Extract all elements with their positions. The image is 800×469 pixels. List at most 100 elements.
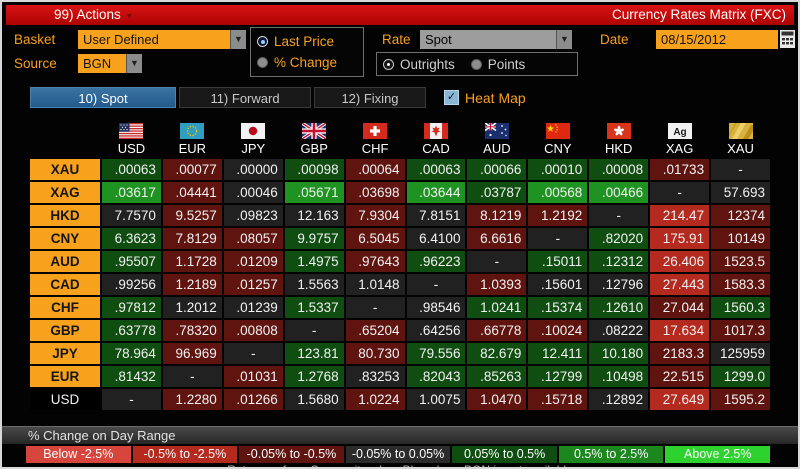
rate-cell-xag-usd[interactable]: .03617 <box>102 182 161 203</box>
rate-cell-gbp-aud[interactable]: .66778 <box>467 320 526 341</box>
rate-cell-usd-eur[interactable]: 1.2280 <box>163 389 222 410</box>
rate-cell-eur-xag[interactable]: 22.515 <box>650 366 709 387</box>
actions-menu[interactable]: 99) Actions▾ <box>54 5 132 25</box>
rate-cell-usd-jpy[interactable]: .01266 <box>224 389 283 410</box>
rate-cell-cny-xag[interactable]: 175.91 <box>650 228 709 249</box>
rate-cell-cad-gbp[interactable]: 1.5563 <box>285 274 344 295</box>
rate-cell-eur-xau[interactable]: 1299.0 <box>711 366 770 387</box>
rate-cell-xag-xag[interactable]: - <box>650 182 709 203</box>
rate-cell-jpy-xau[interactable]: 125959 <box>711 343 770 364</box>
rate-cell-xag-jpy[interactable]: .00046 <box>224 182 283 203</box>
rate-cell-usd-xau[interactable]: 1595.2 <box>711 389 770 410</box>
rate-cell-eur-cny[interactable]: .12799 <box>528 366 587 387</box>
rate-cell-xau-cny[interactable]: .00010 <box>528 159 587 180</box>
column-header-xau[interactable]: XAU <box>711 112 770 156</box>
rate-cell-cny-cny[interactable]: - <box>528 228 587 249</box>
row-header-eur[interactable]: EUR <box>30 366 100 387</box>
rate-cell-gbp-usd[interactable]: .63778 <box>102 320 161 341</box>
radio-percent-change[interactable]: % Change <box>257 55 357 70</box>
rate-cell-gbp-hkd[interactable]: .08222 <box>589 320 648 341</box>
rate-cell-aud-gbp[interactable]: 1.4975 <box>285 251 344 272</box>
rate-cell-cad-jpy[interactable]: .01257 <box>224 274 283 295</box>
column-header-jpy[interactable]: JPY <box>224 112 283 156</box>
rate-cell-chf-hkd[interactable]: .12610 <box>589 297 648 318</box>
rate-cell-jpy-xag[interactable]: 2183.3 <box>650 343 709 364</box>
rate-cell-cad-hkd[interactable]: .12796 <box>589 274 648 295</box>
radio-outrights[interactable]: Outrights <box>383 57 455 72</box>
rate-cell-xau-eur[interactable]: .00077 <box>163 159 222 180</box>
rate-cell-gbp-xag[interactable]: 17.634 <box>650 320 709 341</box>
rate-cell-usd-cad[interactable]: 1.0075 <box>407 389 466 410</box>
chevron-down-icon[interactable]: ▼ <box>126 54 142 73</box>
column-header-chf[interactable]: CHF <box>346 112 405 156</box>
heatmap-toggle[interactable]: ✓ Heat Map <box>444 90 526 106</box>
rate-cell-hkd-chf[interactable]: 7.9304 <box>346 205 405 226</box>
rate-cell-cad-cny[interactable]: .15601 <box>528 274 587 295</box>
rate-cell-jpy-jpy[interactable]: - <box>224 343 283 364</box>
rate-cell-cny-cad[interactable]: 6.4100 <box>407 228 466 249</box>
rate-cell-usd-usd[interactable]: - <box>102 389 161 410</box>
rate-cell-hkd-cad[interactable]: 7.8151 <box>407 205 466 226</box>
rate-cell-jpy-cny[interactable]: 12.411 <box>528 343 587 364</box>
rate-cell-cad-chf[interactable]: 1.0148 <box>346 274 405 295</box>
tab-10-spot[interactable]: 10) Spot <box>30 87 176 108</box>
rate-cell-xag-hkd[interactable]: .00466 <box>589 182 648 203</box>
rate-cell-eur-jpy[interactable]: .01031 <box>224 366 283 387</box>
rate-cell-hkd-xag[interactable]: 214.47 <box>650 205 709 226</box>
rate-cell-xau-chf[interactable]: .00064 <box>346 159 405 180</box>
radio-last-price[interactable]: Last Price <box>257 34 357 49</box>
rate-cell-eur-chf[interactable]: .83253 <box>346 366 405 387</box>
rate-cell-xau-jpy[interactable]: .00000 <box>224 159 283 180</box>
rate-cell-hkd-cny[interactable]: 1.2192 <box>528 205 587 226</box>
column-header-xag[interactable]: AgXAG <box>650 112 709 156</box>
rate-cell-hkd-hkd[interactable]: - <box>589 205 648 226</box>
rate-cell-eur-aud[interactable]: .85263 <box>467 366 526 387</box>
row-header-usd[interactable]: USD <box>30 389 100 410</box>
rate-cell-chf-usd[interactable]: .97812 <box>102 297 161 318</box>
rate-cell-xau-usd[interactable]: .00063 <box>102 159 161 180</box>
rate-cell-hkd-usd[interactable]: 7.7570 <box>102 205 161 226</box>
rate-cell-jpy-aud[interactable]: 82.679 <box>467 343 526 364</box>
rate-cell-gbp-xau[interactable]: 1017.3 <box>711 320 770 341</box>
rate-cell-chf-jpy[interactable]: .01239 <box>224 297 283 318</box>
rate-cell-aud-xag[interactable]: 26.406 <box>650 251 709 272</box>
rate-cell-xau-hkd[interactable]: .00008 <box>589 159 648 180</box>
row-header-cad[interactable]: CAD <box>30 274 100 295</box>
rate-cell-hkd-aud[interactable]: 8.1219 <box>467 205 526 226</box>
rate-cell-cad-cad[interactable]: - <box>407 274 466 295</box>
rate-cell-cny-usd[interactable]: 6.3623 <box>102 228 161 249</box>
row-header-aud[interactable]: AUD <box>30 251 100 272</box>
column-header-cny[interactable]: CNY <box>528 112 587 156</box>
rate-cell-cny-jpy[interactable]: .08057 <box>224 228 283 249</box>
rate-cell-gbp-cny[interactable]: .10024 <box>528 320 587 341</box>
rate-cell-usd-aud[interactable]: 1.0470 <box>467 389 526 410</box>
rate-cell-jpy-hkd[interactable]: 10.180 <box>589 343 648 364</box>
rate-cell-cny-hkd[interactable]: .82020 <box>589 228 648 249</box>
chevron-down-icon[interactable]: ▼ <box>556 30 572 49</box>
column-header-hkd[interactable]: HKD <box>589 112 648 156</box>
rate-cell-eur-eur[interactable]: - <box>163 366 222 387</box>
row-header-hkd[interactable]: HKD <box>30 205 100 226</box>
rate-select[interactable]: Spot ▼ <box>420 30 572 49</box>
rate-cell-usd-hkd[interactable]: .12892 <box>589 389 648 410</box>
rate-cell-eur-cad[interactable]: .82043 <box>407 366 466 387</box>
rate-cell-jpy-eur[interactable]: 96.969 <box>163 343 222 364</box>
rate-cell-xag-cny[interactable]: .00568 <box>528 182 587 203</box>
rate-cell-cad-eur[interactable]: 1.2189 <box>163 274 222 295</box>
rate-cell-chf-gbp[interactable]: 1.5337 <box>285 297 344 318</box>
rate-cell-gbp-cad[interactable]: .64256 <box>407 320 466 341</box>
rate-cell-cad-aud[interactable]: 1.0393 <box>467 274 526 295</box>
rate-cell-aud-cny[interactable]: .15011 <box>528 251 587 272</box>
rate-cell-jpy-chf[interactable]: 80.730 <box>346 343 405 364</box>
rate-cell-xag-xau[interactable]: 57.693 <box>711 182 770 203</box>
rate-cell-gbp-chf[interactable]: .65204 <box>346 320 405 341</box>
rate-cell-cad-xau[interactable]: 1583.3 <box>711 274 770 295</box>
rate-cell-usd-cny[interactable]: .15718 <box>528 389 587 410</box>
rate-cell-hkd-gbp[interactable]: 12.163 <box>285 205 344 226</box>
rate-cell-xag-aud[interactable]: .03787 <box>467 182 526 203</box>
rate-cell-xag-cad[interactable]: .03644 <box>407 182 466 203</box>
rate-cell-jpy-usd[interactable]: 78.964 <box>102 343 161 364</box>
rate-cell-cny-eur[interactable]: 7.8129 <box>163 228 222 249</box>
radio-points[interactable]: Points <box>471 57 526 72</box>
rate-cell-cad-xag[interactable]: 27.443 <box>650 274 709 295</box>
